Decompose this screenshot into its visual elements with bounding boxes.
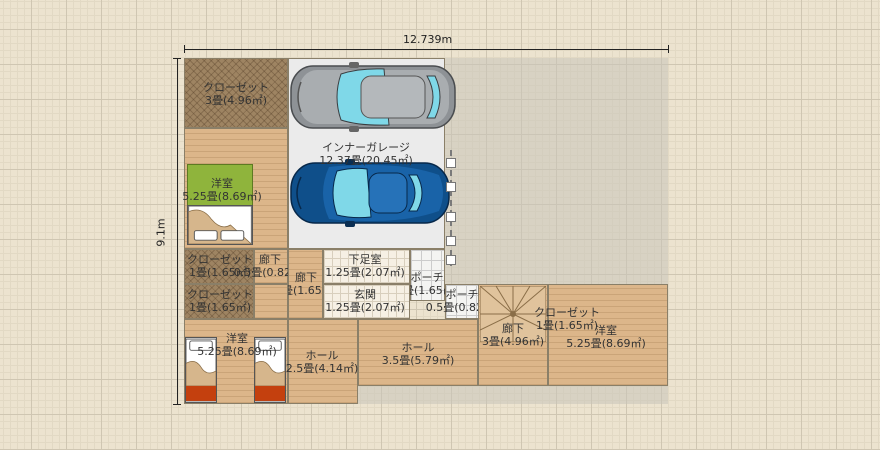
room-closet-top-label: クローゼット 3畳(4.96㎡): [203, 81, 269, 107]
room-inner-garage-label: インナーガレージ 12.37畳(20.45㎡): [319, 141, 413, 167]
garage-door-marker-3: [446, 212, 456, 222]
blue-car-icon: [290, 159, 450, 227]
width-dimension-tick-left: [184, 45, 185, 53]
garage-door-marker-2: [446, 182, 456, 192]
room-bedroom-upper-label: 洋室 5.25畳(8.69㎡): [182, 177, 262, 203]
room-hall-small-label: ホール 2.5畳(4.14㎡): [285, 349, 359, 375]
yard-area-bottom: [358, 386, 668, 404]
garage-door-marker-1: [446, 158, 456, 168]
bed-icon: [187, 205, 253, 245]
height-dimension-label: 9.1m: [154, 218, 168, 247]
room-hall-large-label: ホール 3.5畳(5.79㎡): [381, 341, 455, 367]
garage-door-marker-5: [446, 255, 456, 265]
width-dimension-line: [184, 49, 668, 50]
room-entrance-label: 玄関 1.25畳(2.07㎡): [325, 288, 405, 314]
silver-car-icon: [290, 62, 456, 132]
garage-door-marker-4: [446, 236, 456, 246]
width-dimension-tick-right: [668, 45, 669, 53]
room-closet-b-label: クローゼット 1畳(1.65㎡): [187, 288, 253, 314]
width-dimension-label: 12.739m: [403, 33, 453, 46]
room-bedroom-lower-label: 洋室 5.25畳(8.69㎡): [197, 332, 277, 358]
height-dimension-tick-bottom: [173, 404, 181, 405]
room-shoe-room-label: 下足室 1.25畳(2.07㎡): [325, 253, 405, 279]
room-lower-west-connector: [254, 284, 288, 319]
height-dimension-line: [177, 58, 178, 404]
room-bedroom-right-label: 洋室 5.25畳(8.69㎡): [566, 324, 646, 350]
height-dimension-tick-top: [173, 58, 181, 59]
yard-area-right: [445, 58, 668, 284]
